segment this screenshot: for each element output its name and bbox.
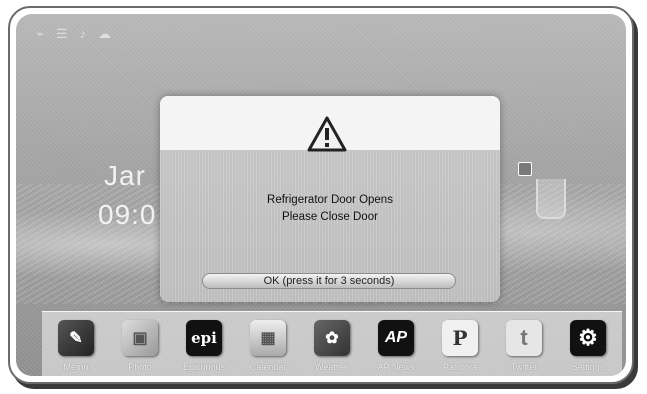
- app-settings[interactable]: ⚙ Settings: [564, 320, 612, 372]
- app-dock: ✎ Memo ▣ Photo epi Epicurious ▦ Calendar…: [42, 311, 622, 376]
- app-label: AP News: [377, 362, 415, 372]
- home-time: 09:0: [98, 199, 157, 230]
- app-twitter[interactable]: t Twitter: [500, 320, 548, 372]
- wifi-icon: ⌁: [36, 26, 44, 41]
- speaker-icon: ♪: [79, 26, 86, 41]
- app-label: Weather: [315, 362, 349, 372]
- app-calendar[interactable]: ▦ Calendar: [244, 320, 292, 372]
- device-frame: ⌁ ☰ ♪ ☁ Jar 09:0 Refrigerator Door Opens…: [8, 6, 634, 384]
- warning-icon: [307, 116, 347, 152]
- alert-message-line2: Please Close Door: [282, 211, 378, 223]
- memo-icon: ✎: [58, 320, 94, 356]
- app-label: Pandora: [442, 362, 478, 372]
- app-label: Calendar: [249, 362, 287, 372]
- app-label: Settings: [571, 362, 605, 372]
- app-pandora[interactable]: P Pandora: [436, 320, 484, 372]
- alert-message-line1: Refrigerator Door Opens: [267, 194, 393, 206]
- screen: ⌁ ☰ ♪ ☁ Jar 09:0 Refrigerator Door Opens…: [16, 14, 626, 376]
- status-bar: ⌁ ☰ ♪ ☁: [36, 26, 111, 42]
- app-label: Epicurious: [182, 362, 226, 372]
- app-memo[interactable]: ✎ Memo: [52, 320, 100, 372]
- gear-icon: ⚙: [570, 320, 606, 356]
- pandora-icon: P: [442, 320, 478, 356]
- calendar-icon: ▦: [250, 320, 286, 356]
- app-weather[interactable]: ✿ Weather: [308, 320, 356, 372]
- app-label: Memo: [63, 362, 89, 372]
- app-label: Twitter: [510, 362, 538, 372]
- home-date: Jar: [104, 160, 146, 191]
- signal-icon: ☰: [55, 26, 68, 41]
- epi-icon: epi: [186, 320, 222, 356]
- ap-icon: AP: [378, 320, 414, 356]
- photo-icon: ▣: [122, 320, 158, 356]
- app-epicurious[interactable]: epi Epicurious: [180, 320, 228, 372]
- app-photo[interactable]: ▣ Photo: [116, 320, 164, 372]
- twitter-icon: t: [506, 320, 542, 356]
- weatherbug-icon: ✿: [314, 320, 350, 356]
- app-label: Photo: [128, 362, 152, 372]
- cloud-icon: ☁: [97, 26, 111, 41]
- camera-icon[interactable]: [518, 162, 532, 176]
- ok-button[interactable]: OK (press it for 3 seconds): [202, 273, 456, 289]
- alert-dialog: Refrigerator Door Opens Please Close Doo…: [160, 96, 500, 302]
- cup-icon: [536, 179, 566, 219]
- app-ap-news[interactable]: AP AP News: [372, 320, 420, 372]
